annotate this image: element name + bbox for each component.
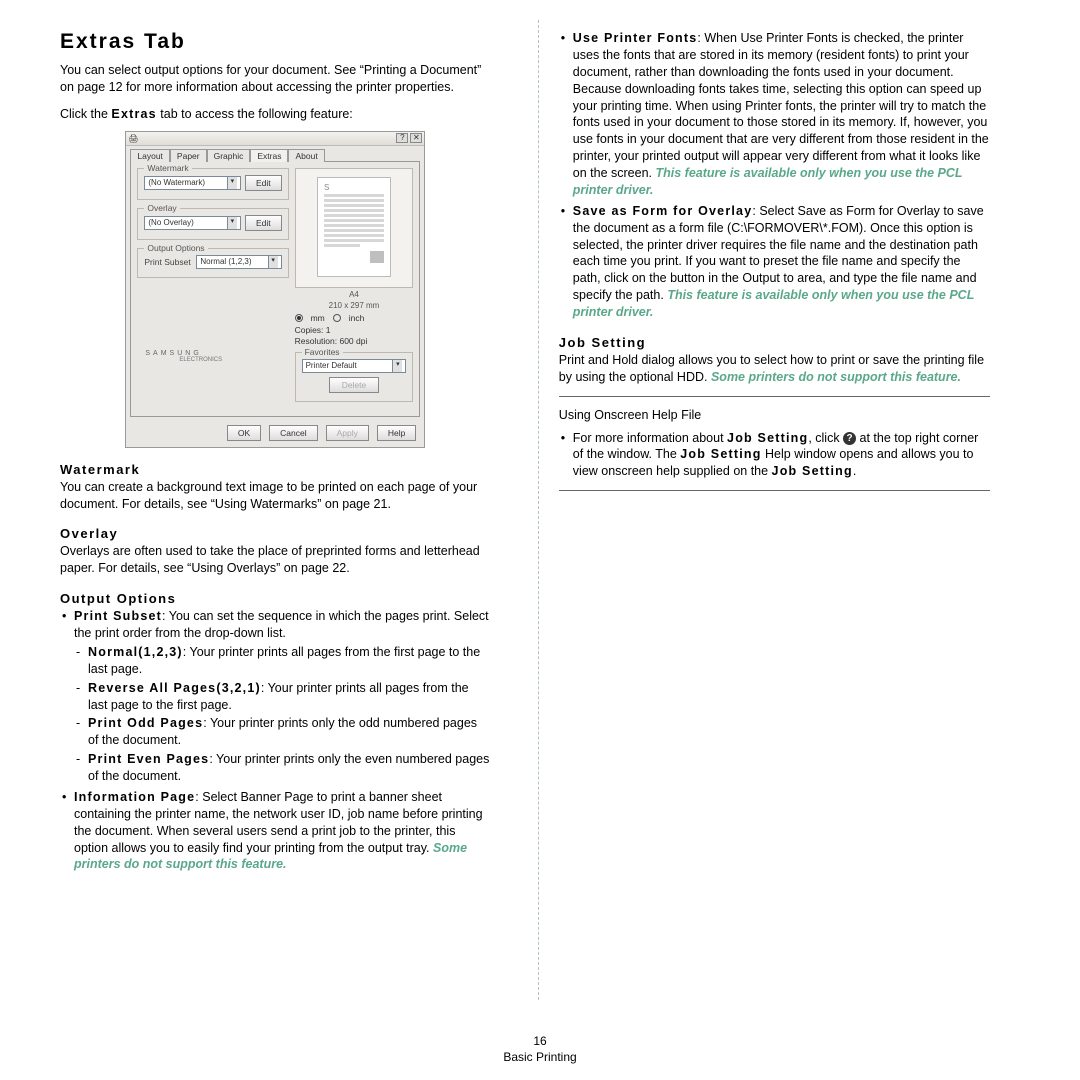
odd-item: Print Odd Pages: Your printer prints onl…: [74, 715, 491, 749]
copies-meta: Copies: 1: [295, 325, 414, 335]
overlay-group-label: Overlay: [144, 203, 179, 213]
close-titlebar-button[interactable]: ✕: [410, 133, 422, 143]
save-as-form-item: Save as Form for Overlay: Select Save as…: [559, 203, 990, 321]
dialog-titlebar: 🖨 ? ✕: [126, 132, 424, 146]
help-file-heading: Using Onscreen Help File: [559, 407, 990, 424]
reverse-item: Reverse All Pages(3,2,1): Your printer p…: [74, 680, 491, 714]
tab-paper[interactable]: Paper: [170, 149, 207, 162]
tab-layout[interactable]: Layout: [130, 149, 170, 162]
question-icon: ?: [843, 432, 856, 445]
tab-about[interactable]: About: [288, 149, 324, 162]
job-setting-text: Print and Hold dialog allows you to sele…: [559, 352, 990, 386]
resolution-meta: Resolution: 600 dpi: [295, 336, 414, 346]
favorites-select[interactable]: Printer Default▾: [302, 359, 407, 373]
normal-item: Normal(1,2,3): Your printer prints all p…: [74, 644, 491, 678]
page-title: Extras Tab: [60, 30, 491, 54]
job-setting-heading: Job Setting: [559, 335, 990, 350]
left-column: Extras Tab You can select output options…: [50, 30, 501, 1060]
cancel-button[interactable]: Cancel: [269, 425, 317, 441]
even-item: Print Even Pages: Your printer prints on…: [74, 751, 491, 785]
column-divider: [538, 20, 539, 1000]
information-page-item: Information Page: Select Banner Page to …: [60, 789, 491, 873]
watermark-select[interactable]: (No Watermark)▾: [144, 176, 241, 190]
paper-dimensions: 210 x 297 mm: [295, 301, 414, 310]
page-footer: 16 Basic Printing: [0, 1034, 1080, 1064]
chevron-down-icon: ▾: [227, 217, 237, 229]
overlay-edit-button[interactable]: Edit: [245, 215, 282, 231]
printer-properties-dialog: 🖨 ? ✕ Layout Paper Graphic Extras About …: [125, 131, 425, 448]
overlay-group: Overlay (No Overlay)▾ Edit: [137, 208, 288, 240]
print-subset-item: Print Subset: You can set the sequence i…: [60, 608, 491, 785]
apply-button[interactable]: Apply: [326, 425, 369, 441]
separator-top: [559, 396, 990, 397]
print-subset-select[interactable]: Normal (1,2,3)▾: [196, 255, 281, 269]
help-titlebar-button[interactable]: ?: [396, 133, 408, 143]
separator-bottom: [559, 490, 990, 491]
section-label: Basic Printing: [503, 1050, 576, 1064]
overlay-heading: Overlay: [60, 526, 491, 541]
overlay-select[interactable]: (No Overlay)▾: [144, 216, 241, 230]
watermark-text: You can create a background text image t…: [60, 479, 491, 513]
tab-extras[interactable]: Extras: [250, 149, 288, 162]
use-printer-fonts-item: Use Printer Fonts: When Use Printer Font…: [559, 30, 990, 199]
unit-mm-radio[interactable]: [295, 314, 303, 322]
intro-paragraph-1: You can select output options for your d…: [60, 62, 491, 96]
output-options-group-label: Output Options: [144, 243, 207, 253]
intro-paragraph-2: Click the Extras tab to access the follo…: [60, 106, 491, 123]
favorites-label: Favorites: [302, 347, 343, 357]
chevron-down-icon: ▾: [392, 360, 402, 372]
unit-inch-radio[interactable]: [333, 314, 341, 322]
right-column: Use Printer Fonts: When Use Printer Font…: [549, 30, 1000, 1060]
printer-icon: 🖨: [128, 134, 138, 143]
output-options-group: Output Options Print Subset Normal (1,2,…: [137, 248, 288, 278]
output-options-heading: Output Options: [60, 591, 491, 606]
watermark-heading: Watermark: [60, 462, 491, 477]
overlay-text: Overlays are often used to take the plac…: [60, 543, 491, 577]
dialog-tabs: Layout Paper Graphic Extras About: [126, 146, 424, 161]
page-preview: S: [295, 168, 414, 288]
page-number: 16: [0, 1034, 1080, 1048]
help-button[interactable]: Help: [377, 425, 416, 441]
watermark-group: Watermark (No Watermark)▾ Edit: [137, 168, 288, 200]
watermark-group-label: Watermark: [144, 163, 191, 173]
watermark-edit-button[interactable]: Edit: [245, 175, 282, 191]
ok-button[interactable]: OK: [227, 425, 261, 441]
chevron-down-icon: ▾: [268, 256, 278, 268]
tab-graphic[interactable]: Graphic: [207, 149, 251, 162]
print-subset-label: Print Subset: [144, 257, 192, 267]
samsung-logo: SAMSUNGELECTRONICS: [137, 346, 288, 363]
paper-name: A4: [295, 290, 414, 299]
favorites-delete-button[interactable]: Delete: [329, 377, 379, 393]
chevron-down-icon: ▾: [227, 177, 237, 189]
help-file-item: For more information about Job Setting, …: [559, 430, 990, 481]
